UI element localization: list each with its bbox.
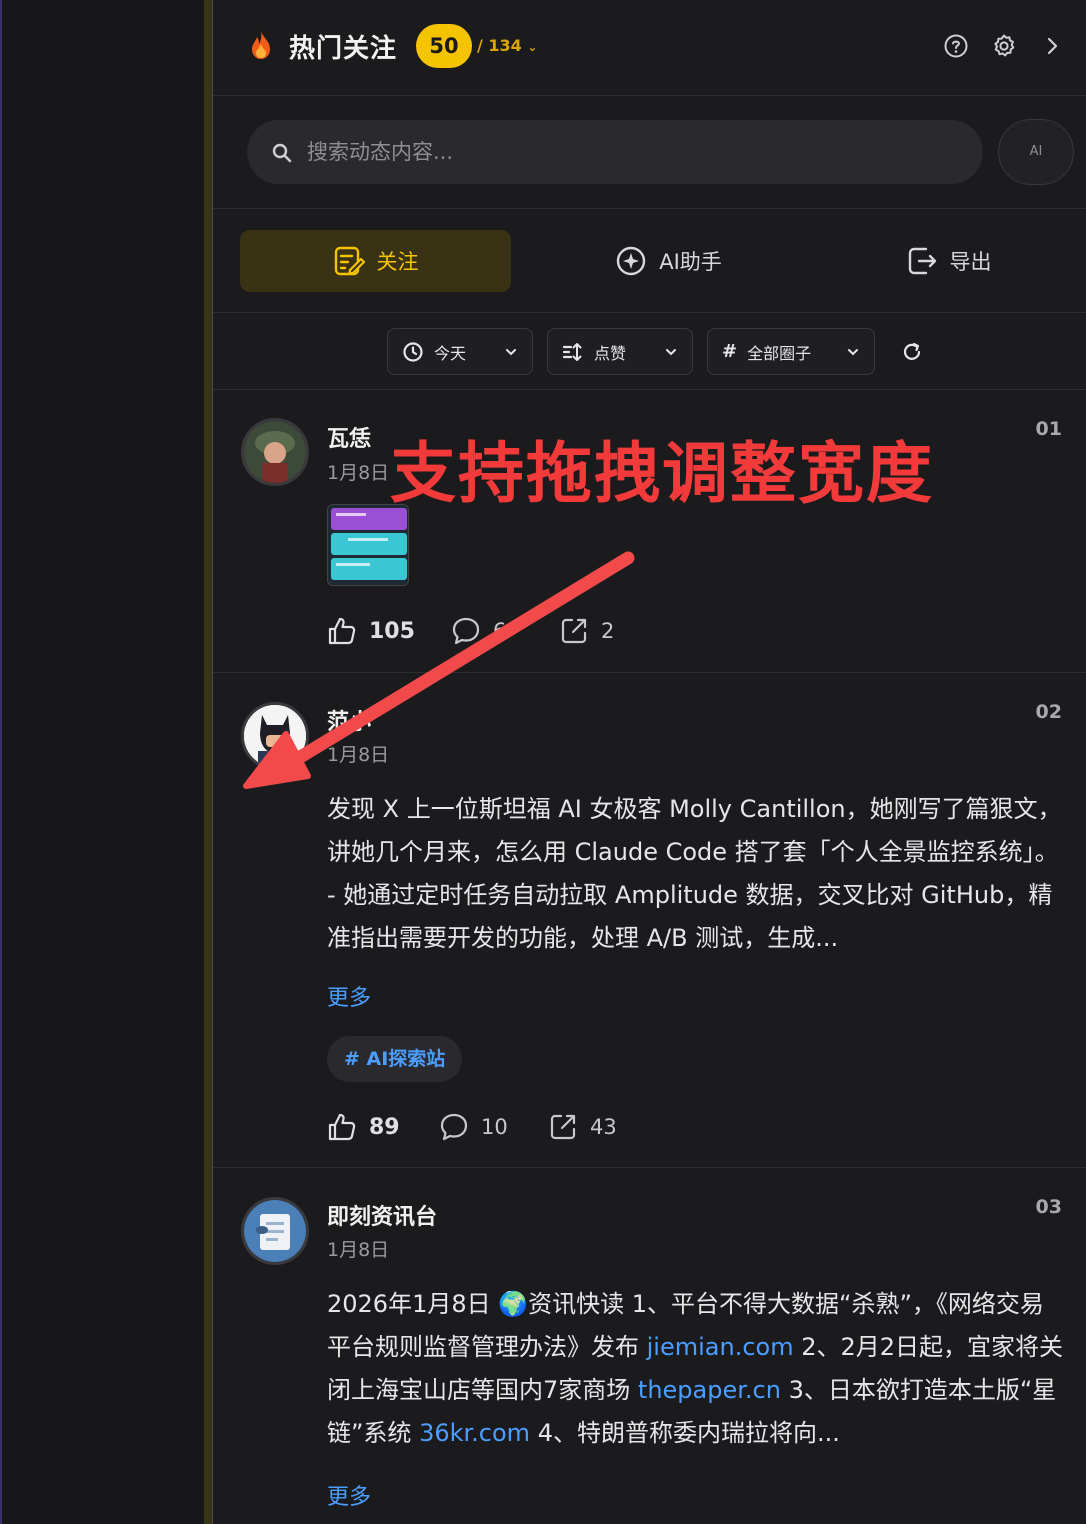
author-name[interactable]: 范小: [327, 704, 371, 736]
source-link[interactable]: jiemian.com: [647, 1333, 794, 1361]
circle-tag[interactable]: # AI探索站: [327, 1036, 463, 1082]
chevron-down-icon: [666, 348, 676, 355]
chevron-right-icon[interactable]: [1039, 33, 1065, 59]
more-link[interactable]: 更多: [327, 980, 371, 1012]
time-filter-label: 今天: [434, 343, 467, 363]
share-button[interactable]: 2: [559, 616, 614, 646]
panel-header: 热门关注 50 / 134 ⌄: [213, 0, 1086, 96]
like-count: 105: [369, 618, 415, 644]
refresh-icon[interactable]: [901, 341, 923, 363]
post-date: 1月8日: [327, 462, 390, 484]
count-badge[interactable]: 50: [416, 24, 472, 68]
panel-resize-handle[interactable]: [204, 0, 213, 1524]
tab-ai-assistant[interactable]: AI助手: [533, 230, 804, 292]
comment-button[interactable]: 10: [439, 1112, 508, 1142]
flame-icon: [252, 31, 270, 59]
like-count: 89: [369, 1114, 400, 1140]
author-avatar[interactable]: [241, 1197, 309, 1265]
post-date: 1月8日: [327, 1239, 390, 1261]
tab-follow-label: 关注: [376, 250, 419, 274]
search-input[interactable]: [307, 120, 967, 184]
comment-count: 10: [481, 1115, 508, 1139]
filter-row: 今天 点赞 # 全部圈子: [213, 314, 1086, 390]
text-segment: 4、特朗普称委内瑞拉将向...: [530, 1419, 840, 1447]
search-icon: [272, 143, 292, 163]
avatar-image: [244, 1200, 306, 1262]
comment-button[interactable]: 6: [451, 616, 506, 646]
avatar-image: [244, 705, 306, 767]
circle-filter-dropdown[interactable]: # 全部圈子: [707, 328, 875, 375]
ai-sparkle-icon: [617, 246, 646, 276]
source-link[interactable]: thepaper.cn: [638, 1376, 781, 1404]
chevron-down-icon: ⌄: [527, 40, 538, 54]
source-link[interactable]: 36kr.com: [419, 1419, 530, 1447]
comment-icon: [452, 617, 480, 645]
settings-icon[interactable]: [991, 33, 1017, 59]
left-empty-area: [0, 0, 204, 1524]
search-row: AI: [213, 97, 1086, 209]
search-box: [247, 120, 983, 184]
sort-filter-label: 点赞: [594, 343, 627, 363]
tab-ai-label: AI助手: [659, 250, 722, 274]
total-count-dropdown[interactable]: / 134 ⌄: [477, 36, 537, 55]
time-filter-dropdown[interactable]: 今天: [387, 328, 533, 375]
post-image-thumbnail[interactable]: [327, 504, 409, 586]
clock-icon: [403, 341, 423, 362]
avatar-image: [244, 421, 306, 483]
share-button[interactable]: 43: [548, 1112, 617, 1142]
thumbs-up-icon: [328, 617, 356, 645]
circle-filter-label: 全部圈子: [747, 343, 812, 363]
author-name[interactable]: 瓦恁: [327, 421, 371, 453]
chevron-down-icon: [506, 348, 516, 355]
share-count: 43: [590, 1115, 617, 1139]
comment-count: 6: [493, 619, 507, 643]
follow-note-icon: [334, 246, 365, 276]
like-button[interactable]: 89: [327, 1112, 400, 1142]
author-name[interactable]: 即刻资讯台: [327, 1199, 437, 1231]
feed-post[interactable]: 即刻资讯台 1月8日 03 2026年1月8日 🌍资讯快读 1、平台不得大数据“…: [213, 1169, 1086, 1524]
sort-filter-dropdown[interactable]: 点赞: [547, 328, 693, 375]
author-avatar[interactable]: [241, 418, 309, 486]
share-count: 2: [601, 619, 615, 643]
chevron-down-icon: [848, 348, 858, 355]
help-icon[interactable]: [943, 33, 969, 59]
post-date: 1月8日: [327, 744, 390, 766]
hashtag-icon: #: [722, 341, 738, 362]
share-icon: [561, 618, 587, 644]
tab-bar: 关注 AI助手 导出: [213, 210, 1086, 313]
rank-number: 01: [1035, 418, 1062, 440]
thumbs-up-icon: [328, 1113, 356, 1141]
hot-follow-panel: 热门关注 50 / 134 ⌄ AI: [213, 0, 1086, 1524]
feed-post[interactable]: 范小 1月8日 02 发现 X 上一位斯坦福 AI 女极客 Molly Cant…: [213, 674, 1086, 1168]
page-title: 热门关注: [289, 34, 398, 64]
export-icon: [908, 247, 936, 275]
like-button[interactable]: 105: [327, 616, 415, 646]
more-link[interactable]: 更多: [327, 1479, 371, 1511]
tab-export-label: 导出: [949, 250, 992, 274]
tab-follow[interactable]: 关注: [240, 230, 511, 292]
annotation-text: 支持拖拽调整宽度: [390, 435, 934, 512]
rank-number: 03: [1035, 1196, 1062, 1218]
share-icon: [550, 1114, 576, 1140]
tab-export[interactable]: 导出: [813, 230, 1084, 292]
comment-icon: [440, 1113, 468, 1141]
thumbnail-image: [328, 505, 408, 585]
ai-search-button[interactable]: AI: [998, 119, 1074, 185]
post-text: 发现 X 上一位斯坦福 AI 女极客 Molly Cantillon，她刚写了篇…: [327, 795, 1062, 952]
total-count: / 134: [477, 36, 522, 55]
post-text: 2026年1月8日 🌍资讯快读 1、平台不得大数据“杀熟”，《网络交易平台规则监…: [327, 1283, 1067, 1457]
author-avatar[interactable]: [241, 702, 309, 770]
rank-number: 02: [1035, 701, 1062, 723]
sort-icon: [562, 342, 582, 361]
